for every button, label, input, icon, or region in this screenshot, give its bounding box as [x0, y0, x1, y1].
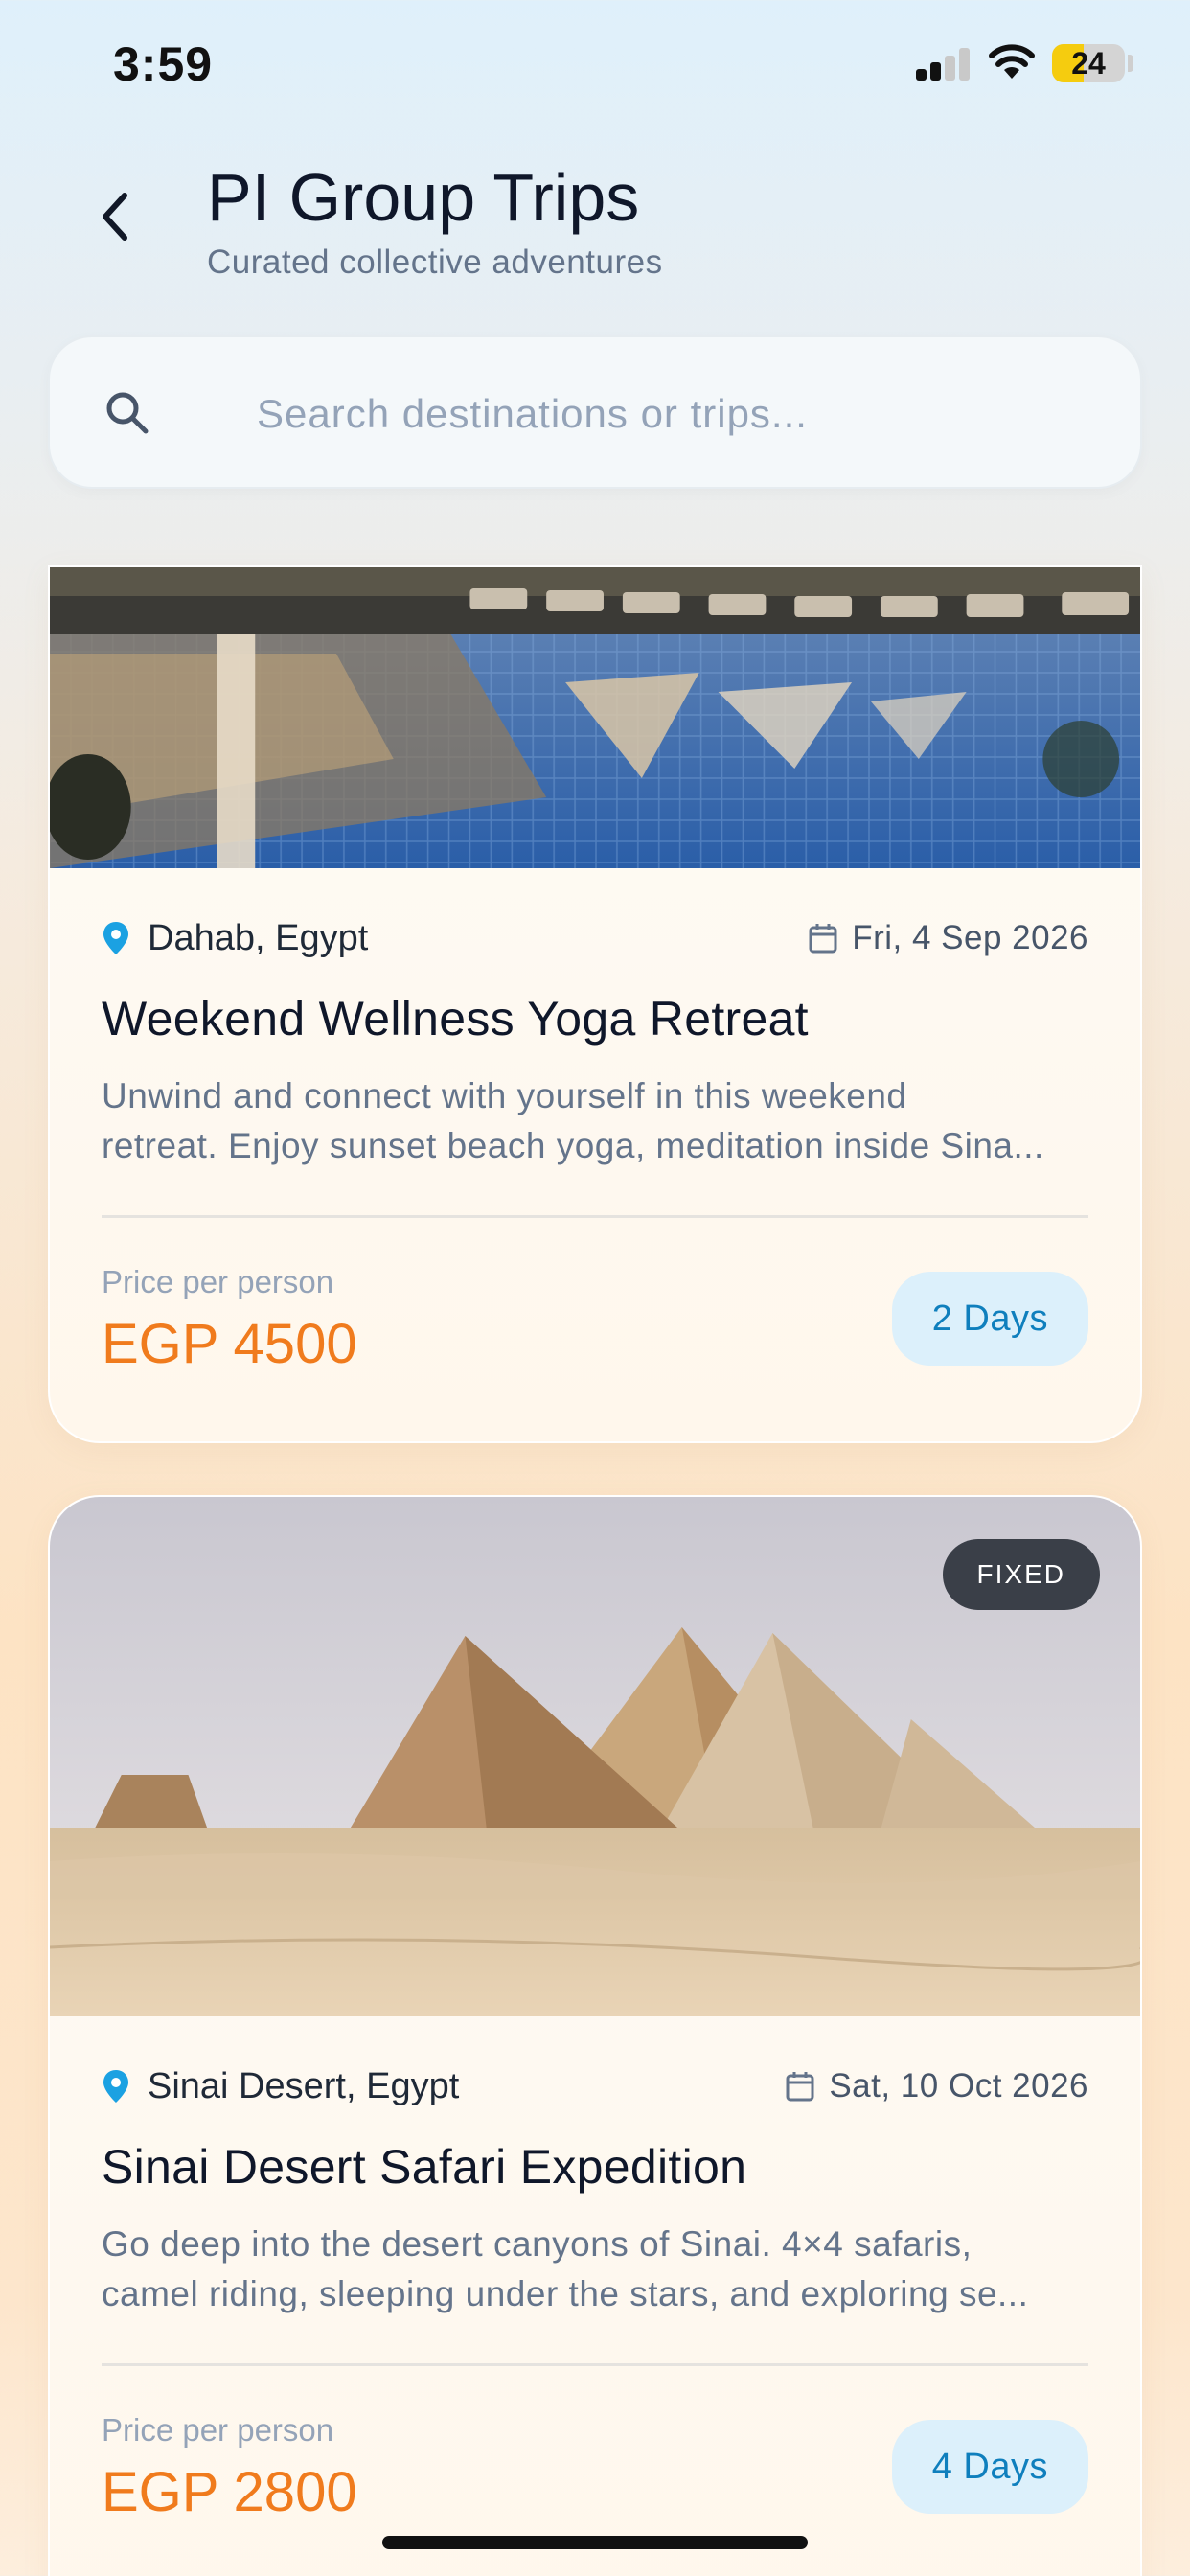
location-pin-icon — [103, 922, 128, 954]
trip-card[interactable]: FIXED Sinai Desert, Egypt Sat, 10 Oct 20… — [48, 1495, 1142, 2576]
battery-nub — [1128, 55, 1133, 72]
duration-badge: 2 Days — [891, 1272, 1088, 1366]
price-value: EGP 4500 — [102, 1313, 357, 1375]
duration-badge: 4 Days — [891, 2420, 1088, 2514]
trip-card[interactable]: Dahab, Egypt Fri, 4 Sep 2026 Weekend Wel… — [48, 565, 1142, 1443]
search-input[interactable] — [257, 376, 1100, 452]
price-label: Price per person — [102, 1264, 334, 1300]
page-title: PI Group Trips — [207, 160, 640, 235]
fixed-badge: FIXED — [942, 1539, 1100, 1610]
calendar-icon — [809, 924, 837, 954]
price-value: EGP 2800 — [102, 2461, 357, 2523]
trip-location: Sinai Desert, Egypt — [102, 2066, 459, 2107]
status-time: 3:59 — [113, 37, 214, 91]
chevron-left-icon — [103, 193, 127, 241]
search-icon — [106, 392, 149, 434]
search-bar[interactable] — [48, 335, 1142, 489]
trip-image-pyramids: FIXED — [50, 1497, 1140, 2016]
trip-date: Sat, 10 Oct 2026 — [785, 2067, 1088, 2105]
trip-title: Weekend Wellness Yoga Retreat — [102, 992, 809, 1046]
battery-level: 24 — [1071, 46, 1106, 80]
trip-description: Unwind and connect with yourself in this… — [102, 1076, 1044, 1165]
trip-location-text: Dahab, Egypt — [148, 917, 369, 958]
trip-description: Go deep into the desert canyons of Sinai… — [102, 2224, 1029, 2313]
trip-location-text: Sinai Desert, Egypt — [148, 2065, 460, 2106]
battery-icon: 24 — [1052, 44, 1125, 82]
back-button[interactable] — [86, 182, 144, 251]
trip-image-resort-pool — [50, 567, 1140, 868]
calendar-icon — [786, 2072, 814, 2102]
trip-location: Dahab, Egypt — [102, 918, 368, 959]
trip-date: Fri, 4 Sep 2026 — [808, 919, 1088, 957]
wifi-icon — [989, 44, 1035, 79]
cellular-signal-icon — [916, 48, 970, 80]
status-bar: 3:59 24 — [0, 0, 1190, 134]
trip-date-text: Fri, 4 Sep 2026 — [852, 919, 1088, 956]
location-pin-icon — [103, 2070, 128, 2103]
trip-date-text: Sat, 10 Oct 2026 — [829, 2067, 1088, 2104]
home-indicator[interactable] — [382, 2536, 808, 2549]
page-subtitle: Curated collective adventures — [207, 243, 663, 281]
price-label: Price per person — [102, 2412, 334, 2448]
trip-title: Sinai Desert Safari Expedition — [102, 2140, 747, 2194]
